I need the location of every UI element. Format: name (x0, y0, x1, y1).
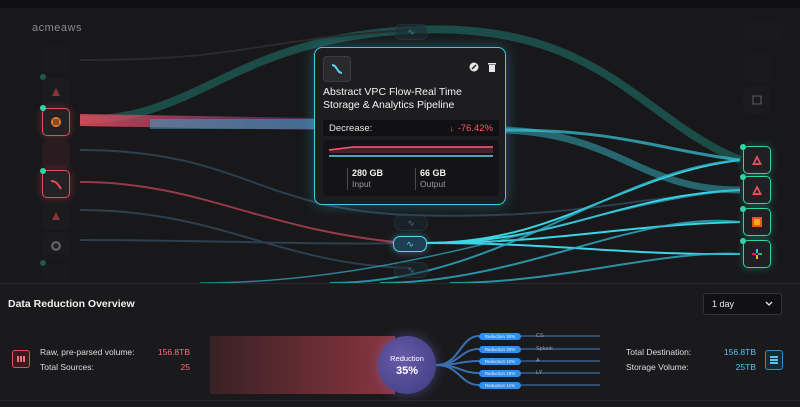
branch-tag: Reduction 30% (479, 346, 521, 353)
decrease-value: -76.42% (457, 122, 493, 134)
pipeline-title: Abstract VPC Flow-Real Time Storage & An… (323, 86, 462, 111)
source-node-1[interactable] (42, 44, 70, 72)
source-node-2[interactable] (42, 78, 70, 106)
decrease-row: Decrease: ↓ -76.42% (323, 120, 499, 136)
alert-destination-icon (752, 185, 762, 195)
pipeline-pill[interactable]: ∿ (394, 24, 428, 40)
pipeline-glyph-icon (331, 64, 343, 74)
connector-dot (740, 238, 746, 244)
branch-tag: Reduction 10% (479, 358, 521, 365)
destination-node-5[interactable] (743, 208, 771, 236)
total-destination-row: Total Destination: 156.8TB (626, 347, 756, 357)
arrow-down-icon: ↓ (449, 123, 454, 133)
connector-dot (740, 144, 746, 150)
total-destination-value: 156.8TB (723, 347, 756, 357)
reduction-label: Reduction (390, 353, 424, 363)
source-node-github[interactable] (42, 232, 70, 260)
warning-icon (52, 212, 60, 220)
output-label: Output (420, 179, 446, 189)
total-sources-label: Total Sources: (40, 362, 94, 372)
reduction-value: 35% (395, 364, 419, 377)
raw-volume-label: Raw, pre-parsed volume: (40, 347, 135, 357)
storage-icon (752, 217, 762, 227)
source-node-4[interactable] (42, 202, 70, 230)
pipeline-canvas: acmeaws ∿ ∿ ∿ ∿ Abstract VPC Flow-Real T… (0, 0, 800, 283)
aws-source-icon (51, 117, 61, 127)
raw-volume-row: Raw, pre-parsed volume: 156.8TB (40, 347, 190, 357)
input-label: Input (352, 179, 371, 189)
alert-destination-icon (752, 155, 762, 165)
storage-volume-label: Storage Volume: (626, 362, 689, 372)
output-stat: 66 GB Output (415, 168, 446, 190)
input-value: 280 GB (352, 168, 384, 178)
pipeline-pill[interactable]: ∿ (394, 215, 428, 231)
connector-dot (40, 168, 46, 174)
slack-icon (752, 249, 762, 259)
edit-icon[interactable] (468, 61, 479, 72)
destinations-icon (765, 350, 783, 370)
storage-volume-row: Storage Volume: 25TB (626, 362, 756, 372)
pipeline-pill-selected[interactable]: ∿ (393, 236, 427, 252)
pipeline-detail-card[interactable]: Abstract VPC Flow-Real Time Storage & An… (314, 47, 506, 205)
destination-node-4[interactable] (743, 176, 771, 204)
total-sources-value: 25 (180, 362, 190, 372)
raw-volume-value: 156.8TB (157, 347, 190, 357)
branch-value: CS (536, 333, 544, 339)
decrease-label: Decrease: (329, 122, 373, 134)
destination-header[interactable] (743, 22, 783, 40)
source-node-3[interactable] (42, 140, 70, 168)
branch-tag: Reduction 11% (479, 382, 521, 389)
trash-icon[interactable] (486, 61, 497, 72)
pipeline-icon (323, 56, 351, 82)
destination-node-3[interactable] (743, 146, 771, 174)
branch-tag: Reduction 18% (479, 370, 521, 377)
pipeline-pill[interactable]: ∿ (394, 262, 428, 278)
destination-node-1[interactable] (743, 54, 771, 82)
total-sources-row: Total Sources: 25 (40, 362, 190, 372)
connector-dot (740, 206, 746, 212)
source-node-active[interactable] (42, 108, 70, 136)
input-stat: 280 GB Input (347, 168, 383, 190)
alert-icon (52, 88, 60, 96)
branch-value: A (536, 358, 540, 364)
branch-value: LY (536, 370, 543, 376)
branch-tag: Reduction 30% (479, 333, 521, 340)
source-node-highlight[interactable] (42, 170, 70, 198)
output-value: 66 GB (420, 168, 447, 178)
divider (0, 400, 800, 401)
connector-dot (40, 105, 46, 111)
stream-icon (50, 180, 62, 190)
reduction-circle: Reduction 35% (378, 336, 436, 394)
database-icon (752, 95, 762, 105)
data-reduction-overview: Data Reduction Overview 1 day Raw, pre-p… (0, 283, 800, 407)
github-icon (51, 241, 61, 251)
volume-stats: 280 GB Input 66 GB Output (323, 140, 499, 196)
destination-node-2[interactable] (743, 86, 771, 114)
storage-volume-value: 25TB (735, 362, 756, 372)
volume-sparkline (328, 146, 493, 157)
destination-node-slack[interactable] (743, 240, 771, 268)
branch-value: Splunk (536, 346, 553, 352)
connector-dot (740, 174, 746, 180)
sources-icon (12, 350, 30, 368)
total-destination-label: Total Destination: (626, 347, 692, 357)
source-node-5[interactable] (42, 264, 70, 283)
